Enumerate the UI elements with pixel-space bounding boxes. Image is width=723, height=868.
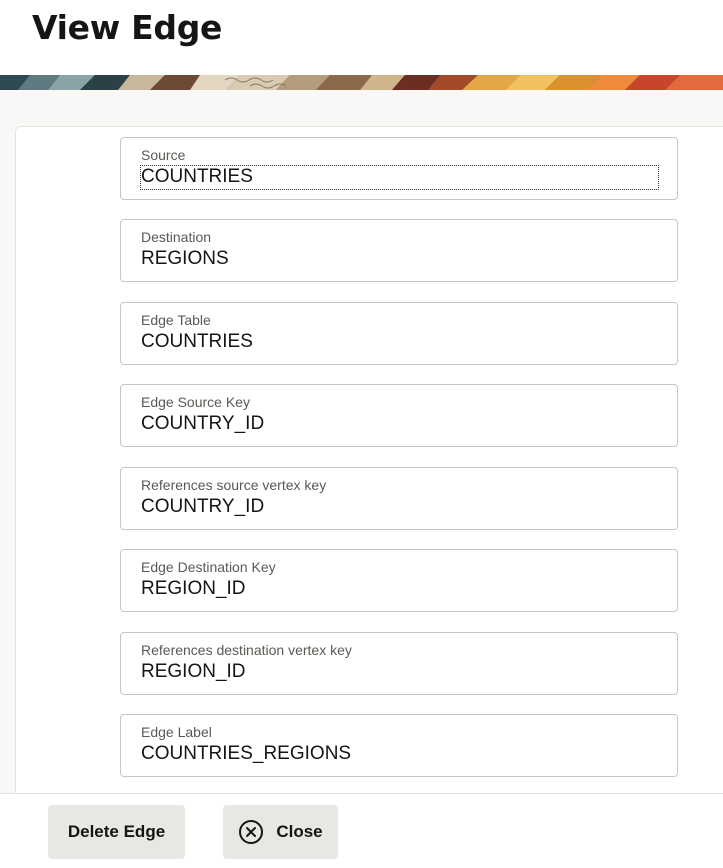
delete-edge-button[interactable]: Delete Edge [48, 805, 185, 859]
edge-destination-key-value[interactable]: REGION_ID [141, 578, 246, 600]
close-button-label: Close [276, 822, 323, 841]
decorative-banner [0, 75, 723, 90]
delete-edge-button-label: Delete Edge [67, 822, 166, 841]
close-icon [238, 819, 264, 845]
destination-label: Destination [141, 229, 212, 245]
source-label: Source [141, 147, 186, 163]
edge-table-label: Edge Table [141, 312, 211, 328]
references-source-vertex-key-value[interactable]: COUNTRY_ID [141, 496, 264, 518]
dialog-header: View Edge [0, 0, 723, 75]
edge-destination-key-field: Edge Destination Key REGION_ID [120, 549, 678, 612]
dialog-body: Source COUNTRIES Destination REGIONS Edg… [0, 90, 723, 793]
dialog-title: View Edge [32, 8, 223, 47]
destination-field: Destination REGIONS [120, 219, 678, 282]
dialog-footer: Delete Edge Close [0, 793, 723, 868]
references-destination-vertex-key-label: References destination vertex key [141, 642, 352, 658]
edge-label-value[interactable]: COUNTRIES_REGIONS [141, 743, 351, 765]
references-destination-vertex-key-value[interactable]: REGION_ID [141, 661, 246, 683]
edge-table-field: Edge Table COUNTRIES [120, 302, 678, 365]
source-field: Source COUNTRIES [120, 137, 678, 200]
destination-value[interactable]: REGIONS [141, 248, 229, 270]
close-button[interactable]: Close [223, 805, 338, 859]
references-source-vertex-key-label: References source vertex key [141, 477, 327, 493]
edge-destination-key-label: Edge Destination Key [141, 559, 276, 575]
edge-source-key-field: Edge Source Key COUNTRY_ID [120, 384, 678, 447]
edge-label-field: Edge Label COUNTRIES_REGIONS [120, 714, 678, 777]
edge-source-key-value[interactable]: COUNTRY_ID [141, 413, 264, 435]
edge-table-value[interactable]: COUNTRIES [141, 331, 253, 353]
references-destination-vertex-key-field: References destination vertex key REGION… [120, 632, 678, 695]
references-source-vertex-key-field: References source vertex key COUNTRY_ID [120, 467, 678, 530]
source-value[interactable]: COUNTRIES [140, 165, 659, 190]
edge-label-label: Edge Label [141, 724, 212, 740]
edge-source-key-label: Edge Source Key [141, 394, 250, 410]
